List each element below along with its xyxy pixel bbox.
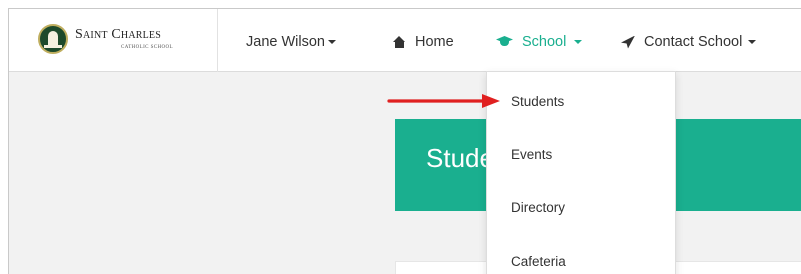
nav-home[interactable]: Home [393, 33, 454, 51]
user-menu[interactable]: Jane Wilson [246, 33, 336, 51]
user-name: Jane Wilson [246, 34, 325, 50]
menu-item-cafeteria[interactable]: Cafeteria [487, 246, 675, 274]
red-arrow-annotation [387, 94, 500, 108]
menu-item-directory[interactable]: Directory [487, 192, 675, 222]
caret-down-icon [574, 40, 583, 44]
school-dropdown-menu: Students Events Directory Cafeteria [486, 71, 676, 274]
caret-down-icon [327, 40, 336, 44]
school-logo[interactable]: Saint Charles CATHOLIC SCHOOL [9, 9, 218, 72]
home-icon [393, 36, 406, 48]
nav-home-label: Home [415, 34, 454, 50]
nav-contact-label: Contact School [644, 34, 743, 50]
caret-down-icon [748, 40, 757, 44]
school-seal-icon [38, 24, 68, 54]
nav-school[interactable]: School [496, 33, 583, 51]
brand-subtitle: CATHOLIC SCHOOL [121, 45, 173, 50]
graduation-cap-icon [496, 36, 513, 48]
nav-contact-school[interactable]: Contact School [621, 33, 757, 51]
paper-plane-icon [621, 35, 635, 49]
app-window: Students Saint Charles CATHOLIC SCHOOL J… [8, 8, 801, 274]
brand-name: Saint Charles [75, 27, 161, 42]
menu-item-events[interactable]: Events [487, 139, 675, 169]
menu-item-students[interactable]: Students [487, 86, 675, 116]
top-navbar: Saint Charles CATHOLIC SCHOOL Jane Wilso… [9, 9, 801, 72]
nav-school-label: School [522, 34, 567, 50]
